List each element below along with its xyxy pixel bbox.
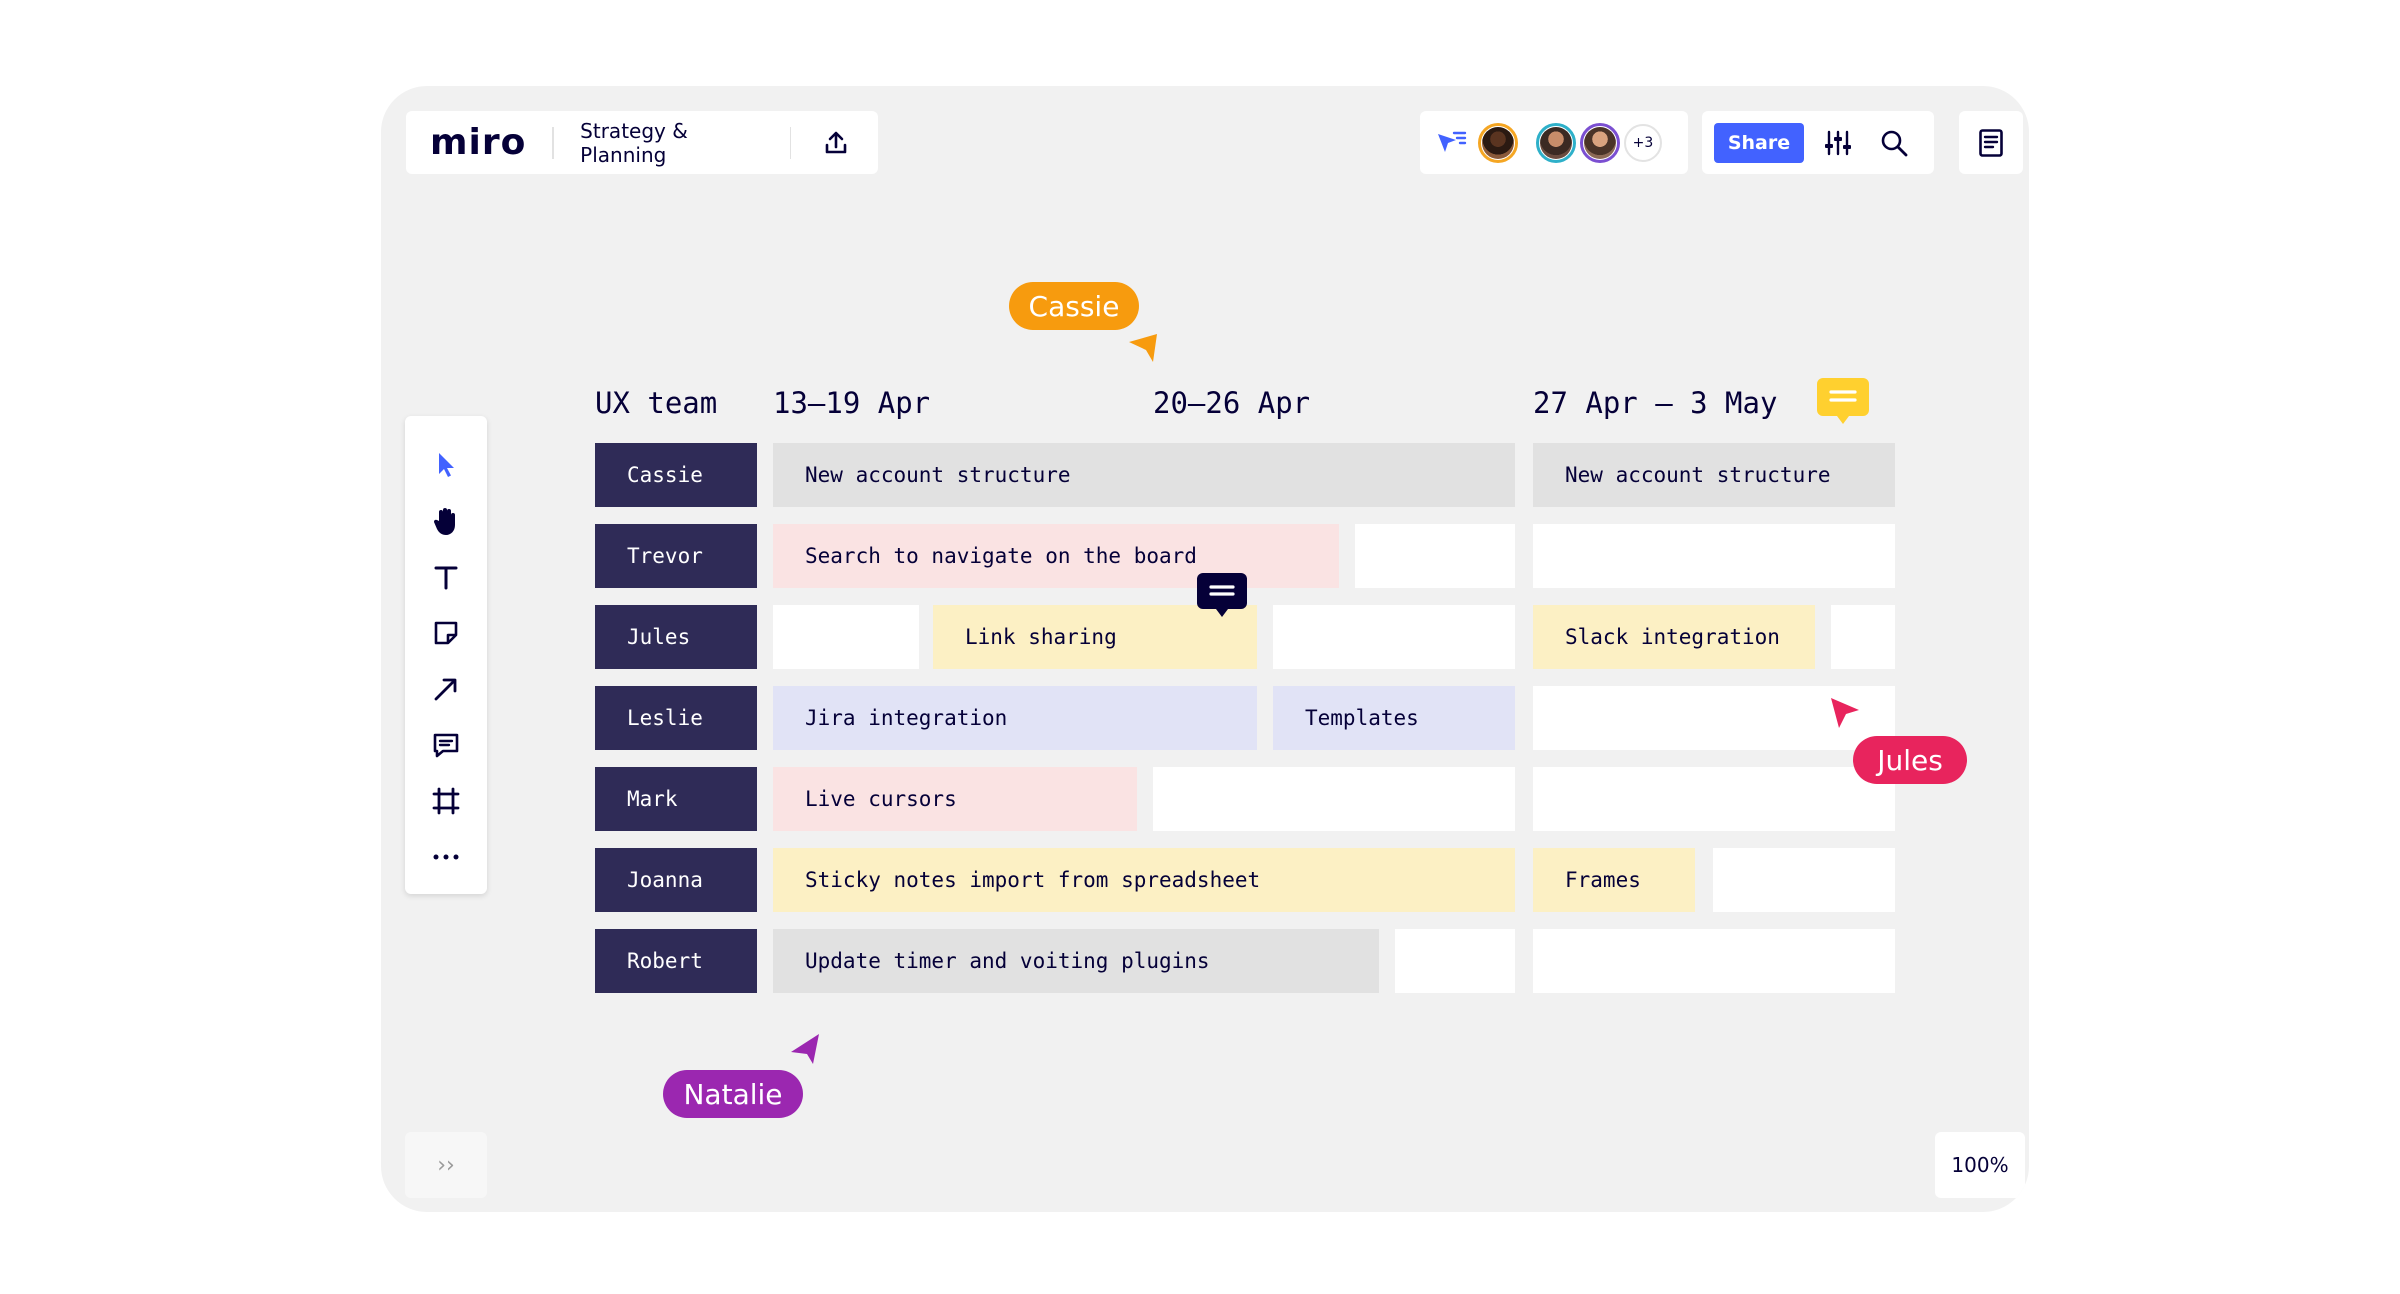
empty-slot[interactable] xyxy=(1713,848,1895,912)
task-card[interactable]: New account structure xyxy=(1533,443,1895,507)
board-canvas[interactable]: miro Strategy & Planning +3 Share ›› 100… xyxy=(381,86,2029,1212)
frame-icon[interactable] xyxy=(421,776,471,826)
bring-everyone-icon[interactable] xyxy=(1434,128,1468,158)
team-header: UX team xyxy=(595,386,718,420)
expand-panel-button[interactable]: ›› xyxy=(405,1132,487,1198)
comment-marker-icon[interactable] xyxy=(1815,376,1871,430)
task-card[interactable]: Sticky notes import from spreadsheet xyxy=(773,848,1515,912)
zoom-level[interactable]: 100% xyxy=(1935,1132,2025,1198)
collaborator-avatar[interactable] xyxy=(1536,122,1576,163)
empty-slot[interactable] xyxy=(1273,605,1515,669)
arrow-line-icon[interactable] xyxy=(421,664,471,714)
collaborators-panel: +3 xyxy=(1420,111,1688,174)
cursor-arrow-icon xyxy=(1827,696,1863,736)
text-tool-icon[interactable] xyxy=(421,552,471,602)
task-card[interactable]: Slack integration xyxy=(1533,605,1815,669)
collaborator-avatar[interactable] xyxy=(1580,122,1620,163)
share-panel: Share xyxy=(1702,111,1934,174)
board-title[interactable]: Strategy & Planning xyxy=(580,119,763,167)
task-card[interactable]: Templates xyxy=(1273,686,1515,750)
empty-slot[interactable] xyxy=(773,605,919,669)
empty-slot[interactable] xyxy=(1153,767,1515,831)
comment-icon[interactable] xyxy=(421,720,471,770)
more-tools-icon[interactable] xyxy=(421,832,471,882)
sticky-note-icon[interactable] xyxy=(421,608,471,658)
cursor-name-tag: Cassie xyxy=(1009,282,1139,330)
divider xyxy=(552,126,555,159)
hand-pan-icon[interactable] xyxy=(421,496,471,546)
team-member-cell[interactable]: Jules xyxy=(595,605,757,669)
task-card[interactable]: Frames xyxy=(1533,848,1695,912)
task-card[interactable]: Jira integration xyxy=(773,686,1257,750)
left-toolbar xyxy=(405,416,487,894)
empty-slot[interactable] xyxy=(1395,929,1515,993)
share-button[interactable]: Share xyxy=(1714,122,1804,163)
task-card[interactable]: New account structure xyxy=(773,443,1515,507)
task-card[interactable]: Update timer and voiting plugins xyxy=(773,929,1379,993)
empty-slot[interactable] xyxy=(1355,524,1515,588)
chevrons-right-icon: ›› xyxy=(437,1152,455,1178)
comment-thread-icon[interactable] xyxy=(1195,571,1249,623)
week-header: 20–26 Apr xyxy=(1153,386,1311,420)
document-icon xyxy=(1978,128,2004,158)
settings-sliders-icon[interactable] xyxy=(1816,121,1860,165)
team-member-cell[interactable]: Robert xyxy=(595,929,757,993)
cursor-name-tag: Jules xyxy=(1853,736,1967,784)
cursor-arrow-icon xyxy=(1127,330,1161,370)
cursor-name-tag: Natalie xyxy=(663,1070,803,1118)
team-member-cell[interactable]: Joanna xyxy=(595,848,757,912)
more-collaborators-badge[interactable]: +3 xyxy=(1624,123,1662,162)
team-member-cell[interactable]: Mark xyxy=(595,767,757,831)
week-header: 27 Apr – 3 May xyxy=(1533,386,1778,420)
empty-slot[interactable] xyxy=(1533,767,1895,831)
empty-slot[interactable] xyxy=(1533,929,1895,993)
cursor-arrow-icon xyxy=(789,1032,823,1072)
team-member-cell[interactable]: Cassie xyxy=(595,443,757,507)
divider xyxy=(789,126,792,159)
board-notes-button[interactable] xyxy=(1959,111,2023,174)
search-icon[interactable] xyxy=(1872,121,1916,165)
week-header: 13–19 Apr xyxy=(773,386,931,420)
team-member-cell[interactable]: Trevor xyxy=(595,524,757,588)
task-card[interactable]: Search to navigate on the board xyxy=(773,524,1339,588)
select-cursor-icon[interactable] xyxy=(421,440,471,490)
miro-logo[interactable]: miro xyxy=(430,122,526,163)
empty-slot[interactable] xyxy=(1533,524,1895,588)
export-icon[interactable] xyxy=(817,123,854,163)
board-header: miro Strategy & Planning xyxy=(406,111,878,174)
collaborator-avatar[interactable] xyxy=(1478,122,1518,163)
team-member-cell[interactable]: Leslie xyxy=(595,686,757,750)
empty-slot[interactable] xyxy=(1831,605,1895,669)
task-card[interactable]: Live cursors xyxy=(773,767,1137,831)
